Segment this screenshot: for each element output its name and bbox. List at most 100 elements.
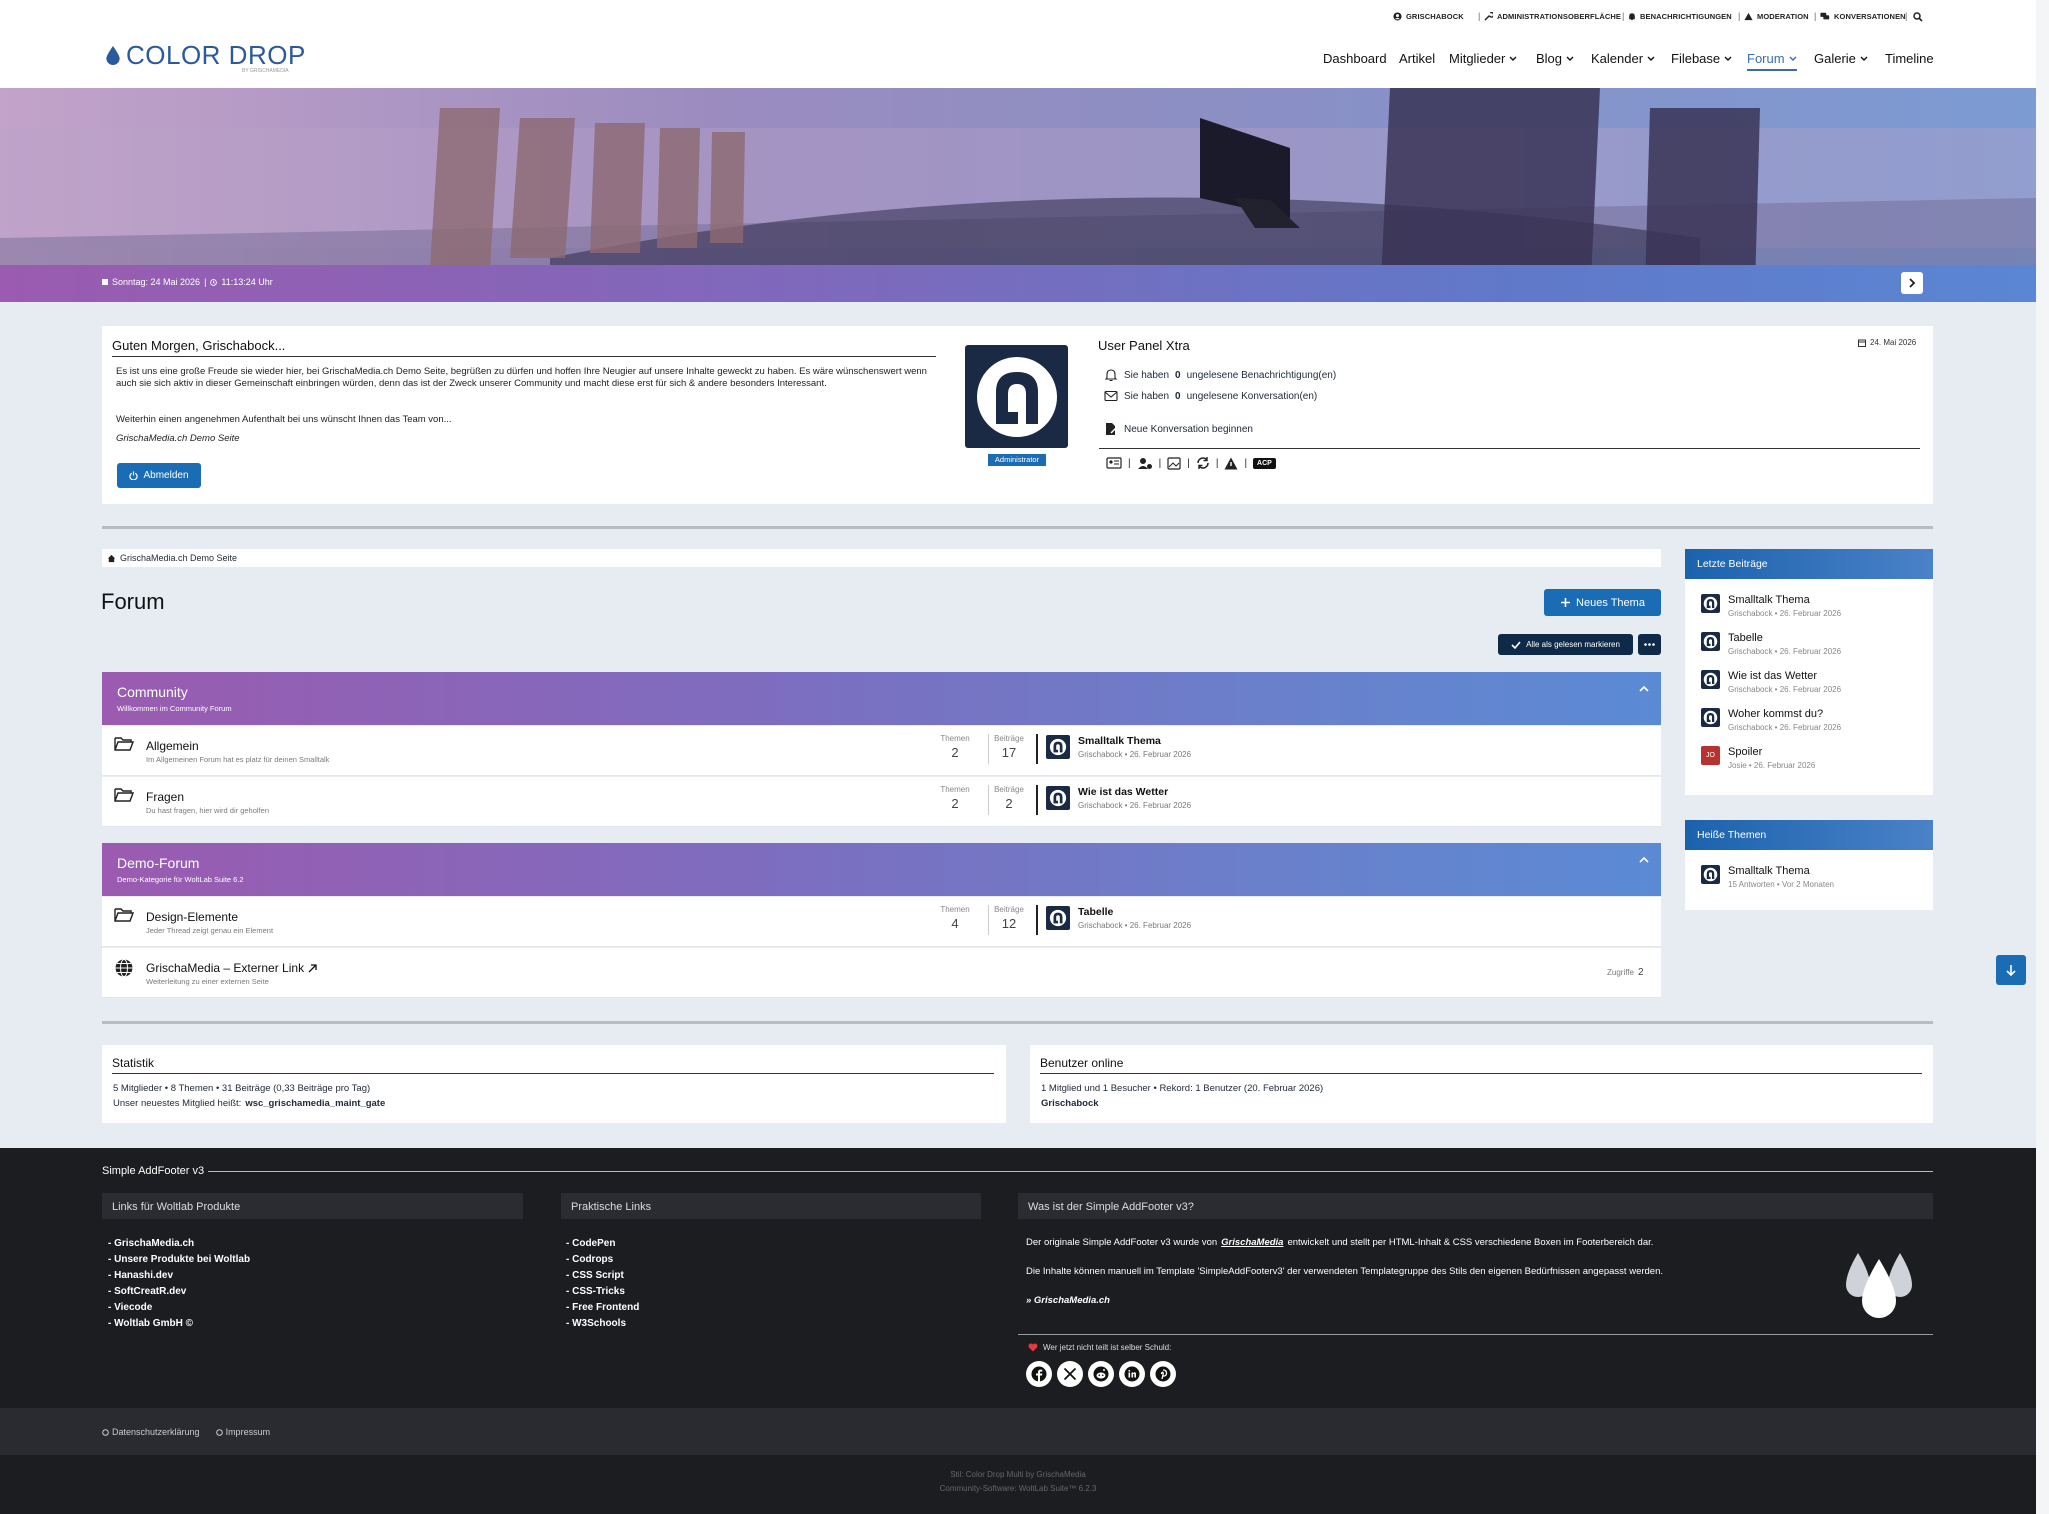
footer-link[interactable]: Unsere Produkte bei Woltlab xyxy=(108,1252,250,1268)
nav-dashboard[interactable]: Dashboard xyxy=(1323,51,1387,66)
footer-col3-link[interactable]: » GrischaMedia.ch xyxy=(1026,1295,1110,1306)
footer-link[interactable]: Woltlab GmbH © xyxy=(108,1316,250,1332)
nav-articles-label: Artikel xyxy=(1399,51,1436,66)
last-post[interactable]: Smalltalk Thema Grischabock • 26. Februar… xyxy=(1046,735,1191,759)
list-item[interactable]: Woher kommst du? Grischabock • 26. Februa… xyxy=(1701,708,1841,732)
footer-link[interactable]: Free Frontend xyxy=(566,1300,639,1316)
topbar-conversations-link[interactable]: KONVERSATIONEN xyxy=(1820,12,1906,21)
reddit-share-button[interactable] xyxy=(1088,1361,1114,1387)
list-item-title[interactable]: Tabelle xyxy=(1728,632,1841,644)
site-logo-avatar xyxy=(1703,672,1718,687)
footer-link[interactable]: Codrops xyxy=(566,1252,639,1268)
chevron-up-icon[interactable] xyxy=(1639,685,1649,692)
board-row[interactable]: Fragen Du hast fragen, hier wird dir geh… xyxy=(102,777,1661,827)
board-desc: Im Allgemeinen Forum hat es platz für de… xyxy=(146,755,330,764)
newest-member-link[interactable]: wsc_grischamedia_maint_gate xyxy=(245,1098,385,1109)
chevron-up-icon[interactable] xyxy=(1639,856,1649,863)
list-item-title[interactable]: Woher kommst du? xyxy=(1728,708,1841,720)
footer-link[interactable]: GrischaMedia.ch xyxy=(108,1236,250,1252)
search-icon[interactable] xyxy=(1913,12,1923,22)
mark-all-read-button[interactable]: Alle als gelesen markieren xyxy=(1498,634,1633,655)
nav-filebase[interactable]: Filebase xyxy=(1671,51,1732,66)
linkedin-share-button[interactable] xyxy=(1119,1361,1145,1387)
new-conversation-link[interactable]: Neue Konversation beginnen xyxy=(1104,422,1253,436)
board-title[interactable]: Fragen xyxy=(146,790,184,804)
avatar xyxy=(1701,670,1720,689)
footer-link[interactable]: CodePen xyxy=(566,1236,639,1252)
footer-link[interactable]: Hanashi.dev xyxy=(108,1268,250,1284)
last-post[interactable]: Tabelle Grischabock • 26. Februar 2026 xyxy=(1046,906,1191,930)
last-post[interactable]: Wie ist das Wetter Grischabock • 26. Febr… xyxy=(1046,786,1191,810)
legal-links: Datenschutzerklärung Impressum xyxy=(102,1427,270,1437)
nav-blog[interactable]: Blog xyxy=(1536,51,1574,66)
refresh-icon[interactable] xyxy=(1196,456,1210,470)
board-row[interactable]: Allgemein Im Allgemeinen Forum hat es pl… xyxy=(102,726,1661,776)
nav-timeline[interactable]: Timeline xyxy=(1885,51,1934,66)
list-item[interactable]: JO Spoiler Josie • 26. Februar 2026 xyxy=(1701,746,1815,770)
role-badge: Administrator xyxy=(988,454,1046,466)
globe-icon xyxy=(115,959,133,977)
facebook-share-button[interactable] xyxy=(1026,1361,1052,1387)
list-item-title[interactable]: Wie ist das Wetter xyxy=(1728,670,1841,682)
board-title[interactable]: Allgemein xyxy=(146,739,199,753)
category-demo-forum[interactable]: Demo-Forum Demo-Kategorie für WoltLab Su… xyxy=(102,843,1661,896)
avatar xyxy=(1046,735,1070,759)
online-user-link[interactable]: Grischabock xyxy=(1041,1098,1099,1109)
hero-next-button[interactable] xyxy=(1901,272,1923,294)
footer-link[interactable]: W3Schools xyxy=(566,1316,639,1332)
category-community[interactable]: Community Willkommen im Community Forum xyxy=(102,672,1661,725)
nav-members[interactable]: Mitglieder xyxy=(1449,51,1517,66)
more-options-button[interactable] xyxy=(1638,634,1661,655)
chevron-down-icon xyxy=(1647,56,1655,61)
link-board-row[interactable]: GrischaMedia – Externer Link Weiterleitu… xyxy=(102,948,1661,998)
x-share-button[interactable] xyxy=(1057,1361,1083,1387)
statistics-box: Statistik 5 Mitglieder • 8 Themen • 31 B… xyxy=(102,1045,1006,1123)
footer-brand-link[interactable]: GrischaMedia xyxy=(1221,1237,1283,1248)
topbar-moderation-link[interactable]: MODERATION xyxy=(1744,12,1809,21)
topbar-user-link[interactable]: GRISCHABOCK xyxy=(1393,12,1464,21)
board-row[interactable]: Design-Elemente Jeder Thread zeigt genau… xyxy=(102,897,1661,947)
nav-gallery[interactable]: Galerie xyxy=(1814,51,1868,66)
footer-link[interactable]: CSS-Tricks xyxy=(566,1284,639,1300)
logout-button[interactable]: Abmelden xyxy=(117,463,201,488)
userpanel-notifications[interactable]: Sie haben 0 ungelesene Benachrichtigung(… xyxy=(1104,368,1336,382)
footer-link[interactable]: SoftCreatR.dev xyxy=(108,1284,250,1300)
software-credit[interactable]: Community-Software: WoltLab Suite™ 6.2.3 xyxy=(0,1484,2036,1493)
topbar-acp-link[interactable]: ADMINISTRATIONSOBERFLÄCHE xyxy=(1484,12,1621,21)
nav-calendar[interactable]: Kalender xyxy=(1591,51,1655,66)
list-item-title[interactable]: Smalltalk Thema xyxy=(1728,865,1834,877)
pinterest-share-button[interactable] xyxy=(1150,1361,1176,1387)
list-item[interactable]: Smalltalk Thema Grischabock • 26. Februar… xyxy=(1701,594,1841,618)
footer-link[interactable]: Viecode xyxy=(108,1300,250,1316)
last-post-title[interactable]: Smalltalk Thema xyxy=(1078,735,1191,747)
privacy-link[interactable]: Datenschutzerklärung xyxy=(102,1427,200,1437)
imprint-link[interactable]: Impressum xyxy=(215,1427,270,1437)
list-item[interactable]: Tabelle Grischabock • 26. Februar 2026 xyxy=(1701,632,1841,656)
userpanel-conversations[interactable]: Sie haben 0 ungelesene Konversation(en) xyxy=(1104,390,1317,402)
id-card-icon[interactable] xyxy=(1106,457,1122,469)
avatar[interactable] xyxy=(965,345,1068,448)
acp-badge[interactable]: ACP xyxy=(1253,457,1276,469)
last-post-title[interactable]: Wie ist das Wetter xyxy=(1078,786,1191,798)
board-threads: Themen 4 xyxy=(934,905,976,931)
link-board-title-wrap[interactable]: GrischaMedia – Externer Link xyxy=(146,961,317,975)
footer-link[interactable]: CSS Script xyxy=(566,1268,639,1284)
nav-forum[interactable]: Forum xyxy=(1747,51,1797,71)
list-item-title[interactable]: Smalltalk Thema xyxy=(1728,594,1841,606)
new-thread-button[interactable]: Neues Thema xyxy=(1544,589,1661,616)
site-logo[interactable]: COLOR DROP BY GRISCHAMEDIA xyxy=(106,40,306,74)
last-post-title[interactable]: Tabelle xyxy=(1078,906,1191,918)
list-item[interactable]: Smalltalk Thema 15 Antworten • Vor 2 Mona… xyxy=(1701,865,1834,889)
style-credit[interactable]: Stil: Color Drop Multi by GrischaMedia xyxy=(0,1470,2036,1479)
scroll-down-button[interactable] xyxy=(1996,955,2026,985)
list-item-title[interactable]: Spoiler xyxy=(1728,746,1815,758)
topbar-notifications-link[interactable]: BENACHRICHTIGUNGEN xyxy=(1628,12,1732,21)
list-item[interactable]: Wie ist das Wetter Grischabock • 26. Febr… xyxy=(1701,670,1841,694)
nav-articles[interactable]: Artikel xyxy=(1399,51,1435,66)
warning-icon[interactable] xyxy=(1224,457,1238,470)
user-gear-icon[interactable] xyxy=(1137,457,1153,470)
envelope-icon xyxy=(1104,390,1118,402)
breadcrumb[interactable]: GrischaMedia.ch Demo Seite xyxy=(102,549,1661,567)
board-title[interactable]: Design-Elemente xyxy=(146,910,238,924)
image-icon[interactable] xyxy=(1167,456,1181,470)
